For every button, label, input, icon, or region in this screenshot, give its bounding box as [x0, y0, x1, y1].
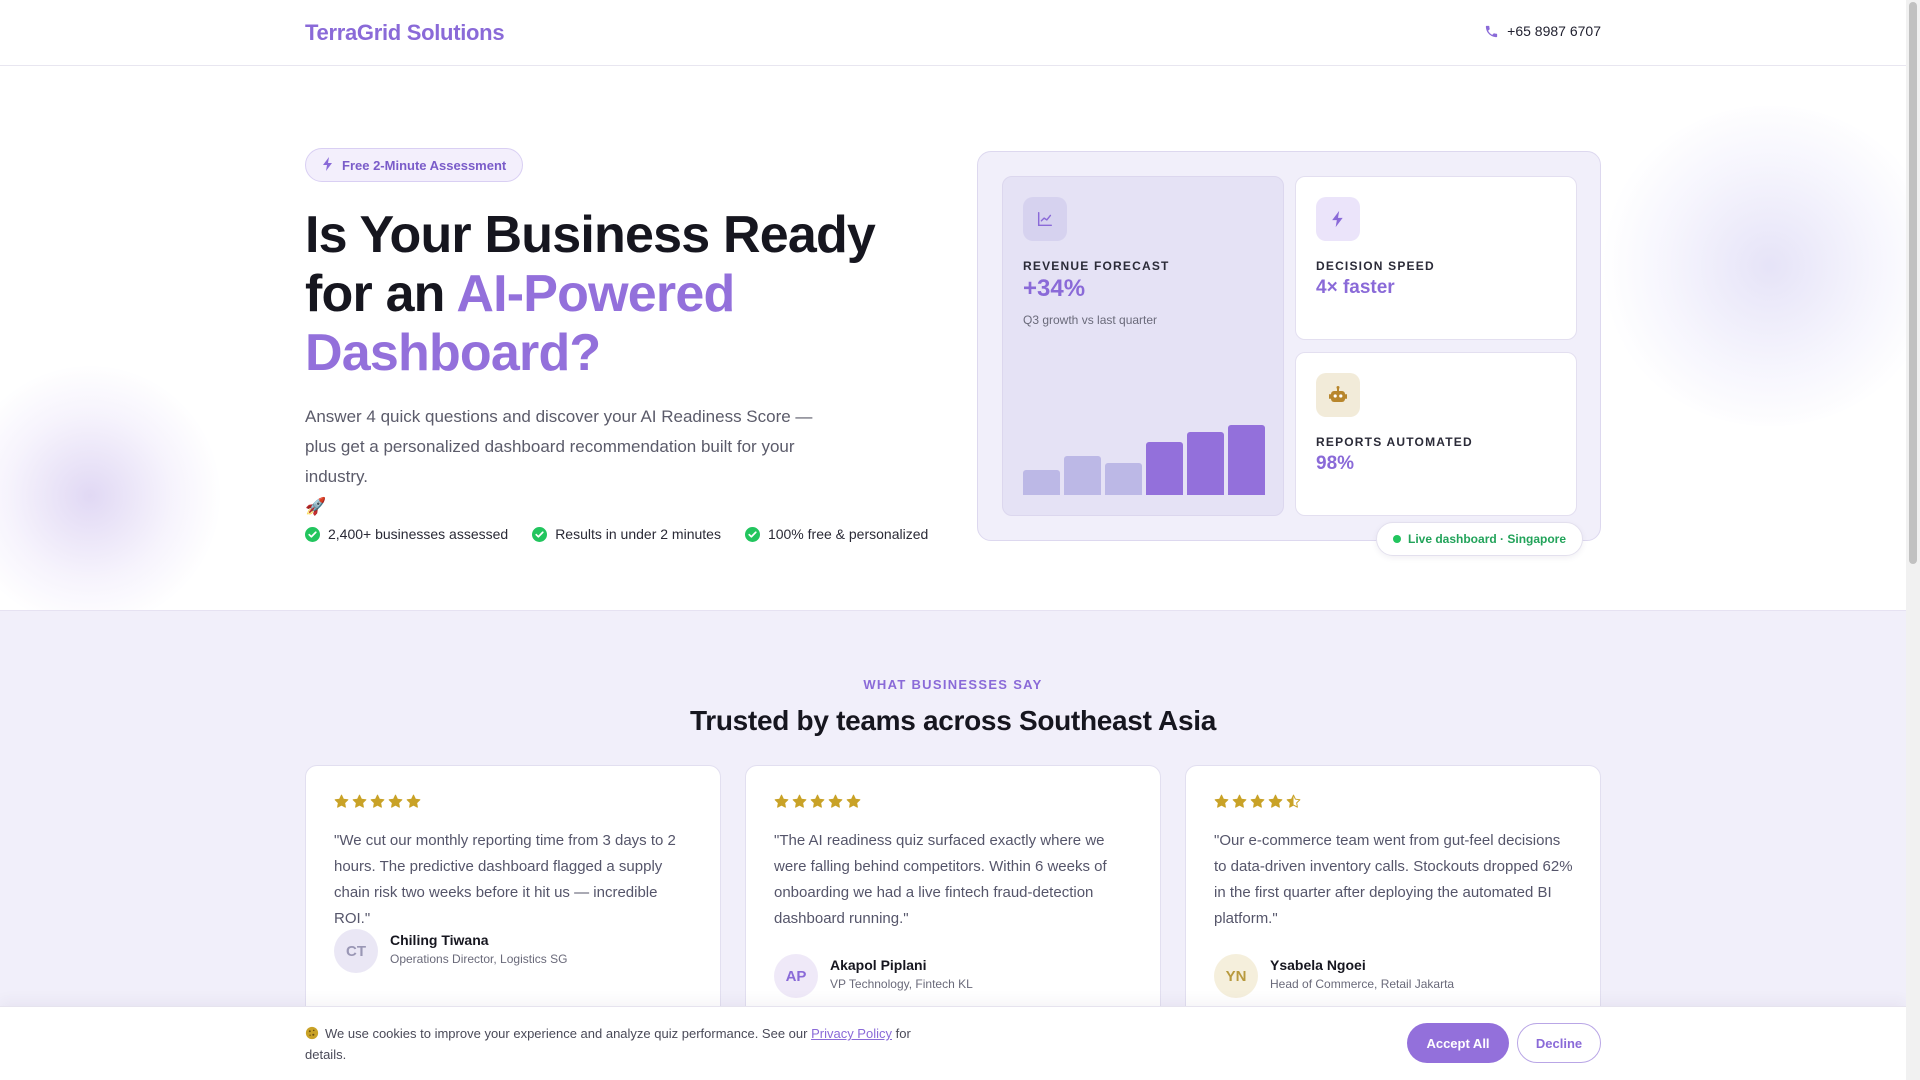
check-item: 2,400+ businesses assessed: [305, 526, 508, 542]
decorative-blob: [0, 366, 220, 610]
site-header: TerraGrid Solutions +65 8987 6707: [0, 0, 1906, 66]
star-icon: [1268, 794, 1283, 814]
check-circle-icon: [305, 526, 320, 542]
robot-icon: [1316, 373, 1360, 417]
star-icon: [1214, 794, 1229, 814]
check-circle-icon: [532, 526, 548, 542]
star-icon: [1286, 794, 1301, 814]
mini-bar: [1146, 442, 1183, 495]
check-item: Results in under 2 minutes: [532, 526, 721, 542]
mini-bar: [1023, 470, 1060, 495]
star-icon: [388, 794, 403, 814]
badge-label: Free 2-Minute Assessment: [342, 157, 507, 173]
cookie-icon: [305, 1026, 325, 1041]
star-icon: [792, 794, 807, 814]
lead-text: Answer 4 quick questions and discover yo…: [305, 407, 813, 486]
mini-bar: [1228, 425, 1265, 495]
mini-bar-chart: [1023, 425, 1265, 495]
cookie-text: We use cookies to improve your experienc…: [305, 1023, 925, 1065]
page-scrollbar[interactable]: [1906, 0, 1920, 1080]
check-item: 100% free & personalized: [744, 526, 929, 542]
testimonial-quote: "Our e-commerce team went from gut-feel …: [1214, 832, 1573, 927]
decision-speed-tile: DECISION SPEED 4× faster: [1295, 176, 1577, 340]
bolt-icon: [1316, 197, 1360, 241]
revenue-forecast-tile: REVENUE FORECAST +34% Q3 growth vs last …: [1002, 176, 1284, 516]
cookie-banner: We use cookies to improve your experienc…: [0, 1006, 1906, 1080]
person-role: Head of Commerce, Retail Jakarta: [1270, 977, 1455, 991]
dashboard-preview: REVENUE FORECAST +34% Q3 growth vs last …: [977, 151, 1601, 556]
star-icon: [1250, 794, 1265, 814]
mini-bar: [1105, 463, 1142, 495]
logo[interactable]: TerraGrid Solutions: [305, 20, 505, 46]
tile-subtext: Q3 growth vs last quarter: [1023, 313, 1158, 327]
phone-number: +65 8987 6707: [1507, 23, 1601, 39]
accept-all-button[interactable]: Accept All: [1407, 1023, 1509, 1063]
testimonial-quote: "The AI readiness quiz surfaced exactly …: [774, 832, 1107, 927]
tile-label: REPORTS AUTOMATED: [1316, 435, 1473, 449]
star-icon: [352, 794, 367, 814]
person-role: Operations Director, Logistics SG: [390, 952, 568, 966]
tile-value: 98%: [1316, 453, 1355, 474]
live-status-badge: Live dashboard · Singapore: [1376, 522, 1584, 556]
decorative-blob: [1600, 106, 1906, 426]
person-role: VP Technology, Fintech KL: [830, 977, 973, 991]
star-icon: [846, 794, 861, 814]
star-rating: [334, 794, 421, 814]
tile-label: REVENUE FORECAST: [1023, 259, 1170, 273]
avatar: YN: [1214, 954, 1258, 998]
check-label: Results in under 2 minutes: [555, 526, 721, 542]
star-icon: [828, 794, 843, 814]
hero-lead: Answer 4 quick questions and discover yo…: [305, 402, 845, 522]
reports-automated-tile: REPORTS AUTOMATED 98%: [1295, 352, 1577, 516]
live-label: Live dashboard · Singapore: [1408, 532, 1567, 546]
star-rating: [1214, 794, 1301, 814]
live-dot-icon: [1393, 535, 1401, 543]
avatar: AP: [774, 954, 818, 998]
decline-button[interactable]: Decline: [1517, 1023, 1601, 1063]
star-icon: [370, 794, 385, 814]
section-title: Trusted by teams across Southeast Asia: [690, 705, 1216, 736]
check-circle-icon: [744, 526, 760, 542]
phone-link[interactable]: +65 8987 6707: [1484, 23, 1601, 39]
star-icon: [1232, 794, 1247, 814]
tile-value: +34%: [1023, 275, 1086, 302]
avatar: CT: [334, 929, 378, 973]
mini-bar: [1187, 432, 1224, 495]
rocket-emoji: 🚀: [305, 497, 327, 516]
tile-label: DECISION SPEED: [1316, 259, 1435, 273]
page: TerraGrid Solutions +65 8987 6707 Free 2…: [0, 0, 1906, 1080]
phone-icon: [1484, 24, 1499, 39]
hero-checks: 2,400+ businesses assessed Results in un…: [305, 526, 928, 542]
check-label: 2,400+ businesses assessed: [328, 526, 509, 542]
assessment-badge: Free 2-Minute Assessment: [305, 148, 524, 182]
mini-bar: [1064, 456, 1101, 495]
check-label: 100% free & personalized: [767, 526, 929, 542]
person-name: Ysabela Ngoei: [1270, 957, 1366, 973]
star-rating: [774, 794, 861, 814]
chart-line-icon: [1023, 197, 1067, 241]
privacy-policy-link[interactable]: Privacy Policy: [811, 1026, 892, 1041]
star-icon: [406, 794, 421, 814]
cookie-message: We use cookies to improve your experienc…: [325, 1026, 812, 1041]
scrollbar-thumb[interactable]: [1909, 2, 1917, 564]
hero-section: Free 2-Minute Assessment Is Your Busines…: [0, 66, 1906, 610]
testimonial-quote: "We cut our monthly reporting time from …: [334, 832, 676, 927]
star-icon: [810, 794, 825, 814]
tile-value: 4× faster: [1316, 277, 1395, 298]
person-name: Chiling Tiwana: [390, 932, 489, 948]
hero-headline: Is Your Business Ready for an AI-Powered…: [305, 206, 925, 383]
star-icon: [774, 794, 789, 814]
section-eyebrow: WHAT BUSINESSES SAY: [863, 677, 1043, 692]
bolt-icon: [322, 156, 334, 174]
star-icon: [334, 794, 349, 814]
person-name: Akapol Piplani: [830, 957, 927, 973]
